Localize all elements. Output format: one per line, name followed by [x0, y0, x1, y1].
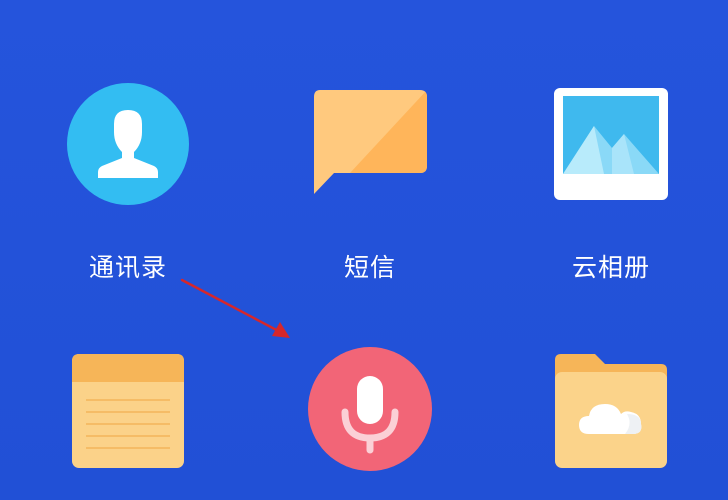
microphone-icon [308, 347, 432, 471]
app-notes[interactable] [70, 352, 186, 472]
app-contacts[interactable]: 通讯录 [66, 82, 190, 282]
app-label-messages: 短信 [343, 253, 396, 282]
picture-icon [554, 88, 668, 200]
notepad-icon [72, 354, 184, 468]
app-messages[interactable]: 短信 [310, 88, 430, 282]
contacts-person-icon [67, 83, 189, 205]
app-recorder[interactable] [307, 346, 433, 476]
app-files[interactable] [553, 352, 669, 472]
app-label-contacts: 通讯录 [88, 253, 167, 282]
app-label-cloud-album: 云相册 [571, 253, 650, 282]
home-screen: 通讯录 短信 云相册 [0, 0, 728, 500]
cloud-folder-icon [555, 354, 667, 468]
speech-bubble-icon [314, 90, 427, 194]
app-cloud-album[interactable]: 云相册 [552, 86, 670, 282]
